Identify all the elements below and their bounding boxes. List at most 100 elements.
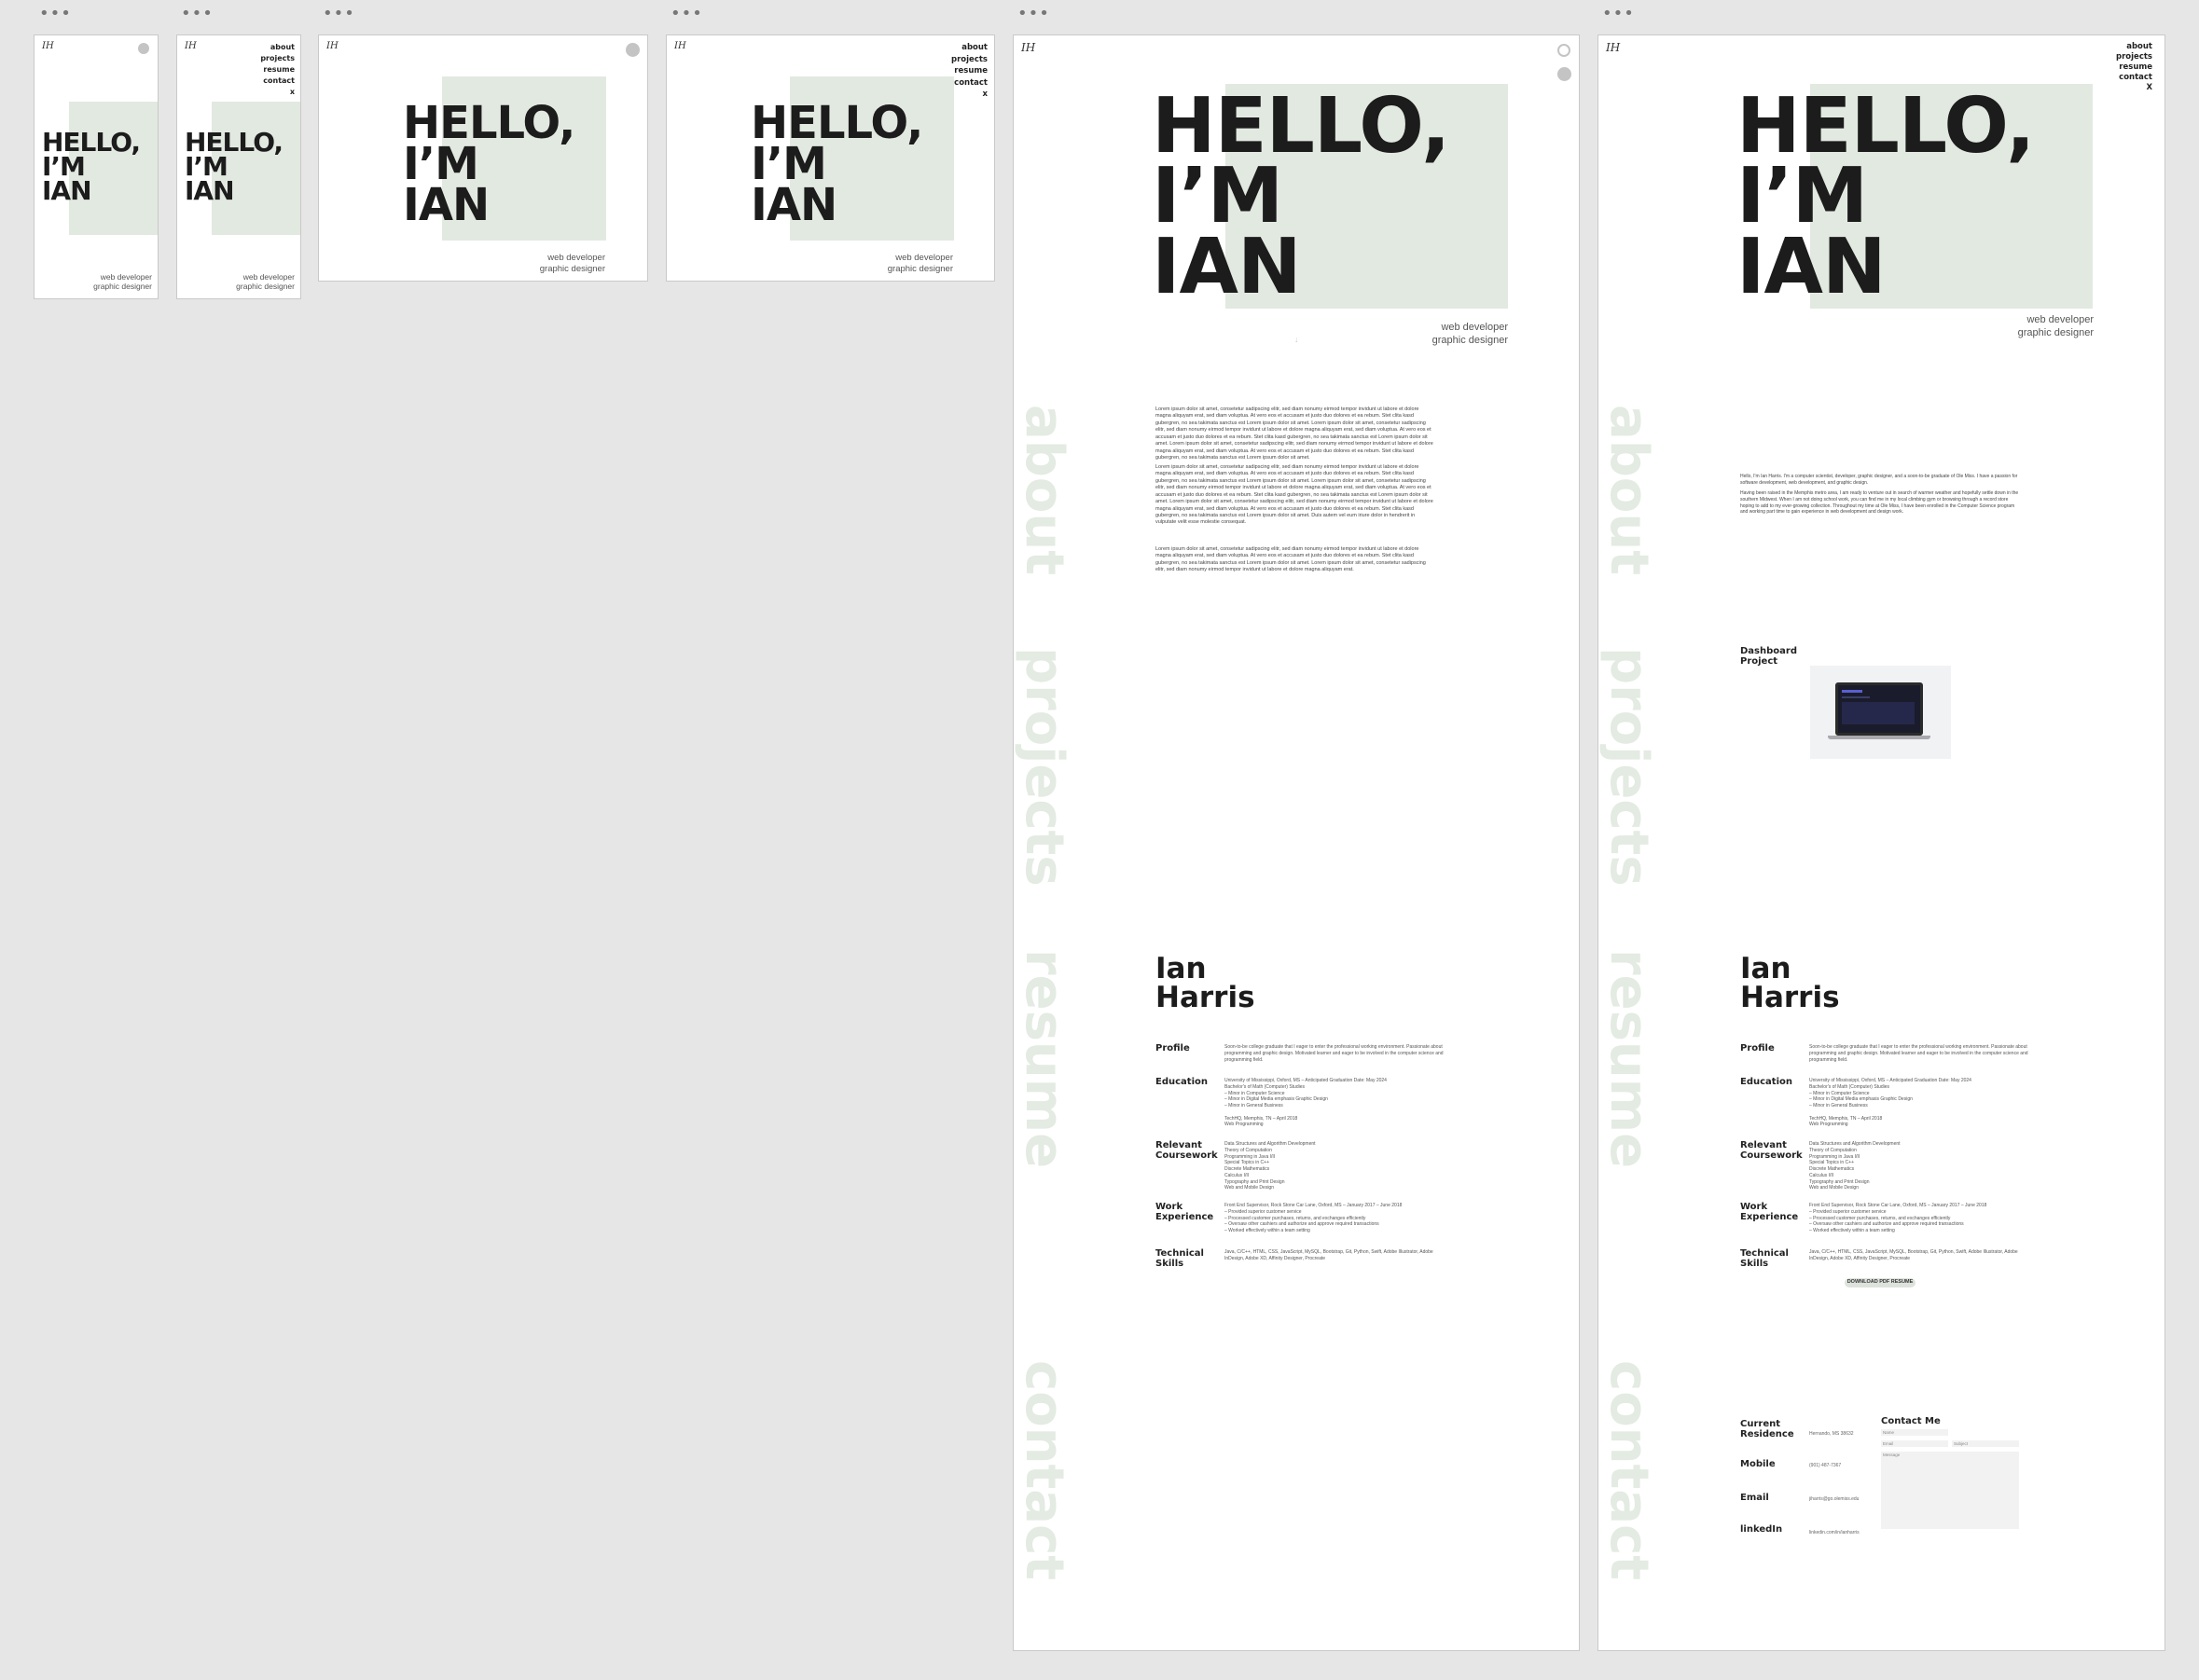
artboard-tablet[interactable]: IH HELLO, I’M IAN web developer graphic d… — [318, 34, 648, 282]
artboard-mobile-menu[interactable]: IH about projects resume contact x HELLO… — [176, 34, 301, 299]
about-paragraph-1: Lorem ipsum dolor sit amet, consetetur s… — [1155, 406, 1433, 461]
section-label-resume: resume — [1598, 949, 1659, 1169]
hero-heading: HELLO, I’M IAN — [751, 97, 923, 232]
artboard-menu-3[interactable]: ••• — [323, 6, 355, 22]
contact-form-title: Contact Me — [1881, 1416, 1941, 1426]
section-label-contact: contact — [1014, 1360, 1074, 1581]
resume-education-text: University of Mississippi, Oxford, MS – … — [1224, 1078, 1387, 1128]
hero-roles: web developer graphic designer — [539, 253, 605, 274]
artboard-menu-2[interactable]: ••• — [181, 6, 214, 22]
resume-skills-label: Technical Skills — [1155, 1248, 1204, 1269]
hero-roles: web developer graphic designer — [2017, 314, 2094, 338]
logo[interactable]: IH — [1021, 41, 1035, 54]
project-card[interactable] — [1810, 666, 1951, 759]
close-icon[interactable]: x — [951, 89, 988, 101]
menu-toggle-icon[interactable] — [1557, 67, 1571, 81]
canvas: { "artboard_menu": "\u2022\u2022\u2022",… — [0, 0, 2199, 1680]
resume-profile-label: Profile — [1740, 1043, 1775, 1053]
artboard-menu-4[interactable]: ••• — [671, 6, 703, 22]
nav-projects[interactable]: projects — [2116, 52, 2152, 62]
artboard-mobile[interactable]: IH HELLO, I’M IAN web developer graphic d… — [34, 34, 159, 299]
scroll-down-icon[interactable]: ↓ — [1294, 335, 1299, 344]
nav-about[interactable]: about — [2116, 42, 2152, 52]
nav-menu: about projects resume contact x — [260, 42, 295, 98]
nav-about[interactable]: about — [260, 42, 295, 53]
artboard-desktop[interactable]: IH HELLO, I’M IAN web developer graphic d… — [1013, 34, 1580, 1651]
artboard-menu-6[interactable]: ••• — [1602, 6, 1635, 22]
hero-heading: HELLO, I’M IAN — [185, 127, 284, 206]
logo[interactable]: IH — [1606, 41, 1620, 54]
hero-roles: web developer graphic designer — [93, 272, 152, 291]
nav-contact[interactable]: contact — [260, 76, 295, 87]
artboard-menu-5[interactable]: ••• — [1017, 6, 1050, 22]
logo[interactable]: IH — [185, 41, 197, 51]
resume-skills-text: Java, C/C++, HTML, CSS, JavaScript, MySQ… — [1224, 1249, 1433, 1261]
hero-heading: HELLO, I’M IAN — [1152, 82, 1450, 311]
menu-ring-icon[interactable] — [1557, 44, 1570, 57]
project-title[interactable]: Dashboard Project — [1740, 646, 1797, 667]
laptop-base — [1828, 736, 1930, 739]
nav-contact[interactable]: contact — [951, 77, 988, 90]
contact-mobile-label: Mobile — [1740, 1459, 1776, 1469]
resume-coursework-text: Data Structures and Algorithm Developmen… — [1224, 1141, 1316, 1191]
laptop-screen-image — [1835, 682, 1923, 736]
artboard-tablet-menu[interactable]: IH about projects resume contact x HELLO… — [666, 34, 995, 282]
artboard-menu-1[interactable]: ••• — [39, 6, 72, 22]
contact-email-label: Email — [1740, 1493, 1769, 1503]
section-label-contact: contact — [1598, 1360, 1659, 1581]
logo[interactable]: IH — [674, 41, 686, 51]
contact-linkedin-value[interactable]: linkedin.com/in/ianharris — [1809, 1530, 1860, 1535]
resume-name: Ian Harris — [1740, 952, 1840, 1014]
close-icon[interactable]: x — [260, 87, 295, 98]
hero-roles: web developer graphic designer — [1431, 322, 1508, 346]
about-paragraph-2: Lorem ipsum dolor sit amet, consetetur s… — [1155, 464, 1433, 526]
resume-work-text: Front End Supervisor, Rock Stone Car Lan… — [1224, 1203, 1403, 1233]
download-resume-button[interactable]: DOWNLOAD PDF RESUME — [1845, 1278, 1915, 1288]
nav-resume[interactable]: resume — [951, 65, 988, 77]
nav-resume[interactable]: resume — [260, 64, 295, 76]
hero-heading: HELLO, I’M IAN — [403, 97, 575, 232]
subject-field[interactable]: Subject — [1952, 1440, 2019, 1447]
resume-coursework-label: Relevant Coursework — [1155, 1140, 1218, 1161]
message-field[interactable]: Message — [1881, 1452, 2019, 1529]
email-field[interactable]: Email — [1881, 1440, 1948, 1447]
about-bio-2: Having been raised in the Memphis metro … — [1740, 490, 2019, 516]
contact-mobile-value: (901) 487-7367 — [1809, 1463, 1842, 1468]
hero-roles: web developer graphic designer — [236, 272, 295, 291]
resume-profile-text: Soon-to-be college graduate that I eager… — [1224, 1044, 1444, 1063]
resume-work-text: Front End Supervisor, Rock Stone Car Lan… — [1809, 1203, 1987, 1233]
section-label-about: about — [1014, 405, 1074, 575]
nav-contact[interactable]: contact — [2116, 73, 2152, 83]
resume-name: Ian Harris — [1155, 952, 1255, 1014]
resume-work-label: Work Experience — [1155, 1202, 1214, 1222]
logo[interactable]: IH — [326, 41, 339, 51]
name-field[interactable]: Name — [1881, 1429, 1948, 1436]
nav-about[interactable]: about — [951, 42, 988, 54]
nav-resume[interactable]: resume — [2116, 62, 2152, 73]
resume-profile-label: Profile — [1155, 1043, 1190, 1053]
nav-projects[interactable]: projects — [951, 54, 988, 66]
resume-profile-text: Soon-to-be college graduate that I eager… — [1809, 1044, 2028, 1063]
contact-residence-label: Current Residence — [1740, 1419, 1794, 1439]
resume-coursework-text: Data Structures and Algorithm Developmen… — [1809, 1141, 1901, 1191]
resume-education-text: University of Mississippi, Oxford, MS – … — [1809, 1078, 1971, 1128]
resume-skills-label: Technical Skills — [1740, 1248, 1789, 1269]
logo[interactable]: IH — [42, 41, 54, 51]
artboard-desktop-final[interactable]: IH about projects resume contact X HELLO… — [1597, 34, 2165, 1651]
menu-toggle-icon[interactable] — [138, 43, 149, 54]
close-icon[interactable]: X — [2116, 83, 2152, 93]
resume-work-label: Work Experience — [1740, 1202, 1799, 1222]
section-label-projects: projects — [1598, 647, 1659, 887]
section-label-resume: resume — [1014, 949, 1074, 1169]
about-paragraph-3: Lorem ipsum dolor sit amet, consetetur s… — [1155, 546, 1426, 573]
contact-email-value[interactable]: jiharris@go.olemiss.edu — [1809, 1496, 1859, 1502]
contact-residence-value: Hernando, MS 38632 — [1809, 1431, 1854, 1437]
resume-education-label: Education — [1740, 1077, 1792, 1087]
resume-education-label: Education — [1155, 1077, 1208, 1087]
nav-projects[interactable]: projects — [260, 53, 295, 64]
nav-menu: about projects resume contact X — [2116, 42, 2152, 93]
hero-heading: HELLO, I’M IAN — [42, 127, 141, 206]
resume-skills-text: Java, C/C++, HTML, CSS, JavaScript, MySQ… — [1809, 1249, 2018, 1261]
section-label-projects: projects — [1014, 647, 1074, 887]
menu-toggle-icon[interactable] — [626, 43, 640, 57]
